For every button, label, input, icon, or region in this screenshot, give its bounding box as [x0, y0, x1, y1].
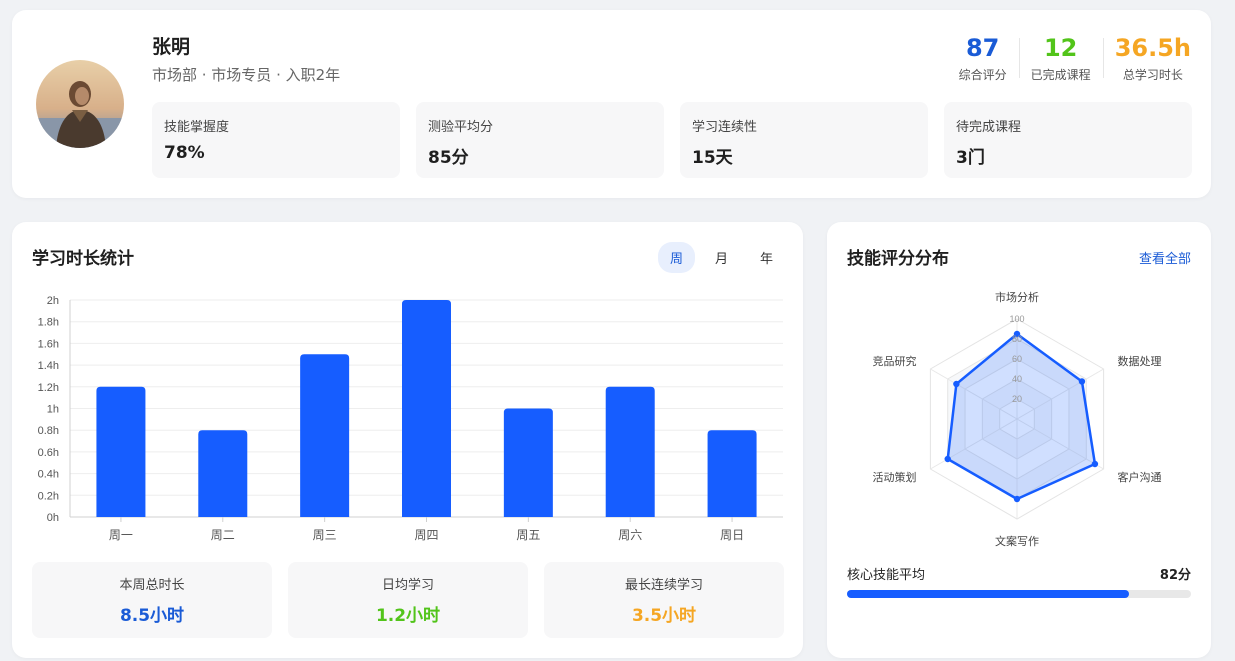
y-tick-label: 1.4h [38, 360, 59, 372]
y-tick-label: 0.8h [38, 425, 59, 437]
y-tick-label: 1h [47, 404, 59, 416]
summary-week-total: 本周总时长 8.5小时 [32, 562, 272, 638]
study-time-bar-chart: 0h 0.2h 0.4h 0.6h 0.8h 1h 1.2h 1.4h 1.6h 1.8h 2h 周一… [38, 295, 783, 542]
metric-learning-streak: 学习连续性 15天 [680, 102, 928, 178]
user-name: 张明 [152, 36, 191, 58]
skill-score-card: 技能评分分布 查看全部 20 40 60 80 100 市场分析数据处理客户沟通文案写作 活… [827, 222, 1211, 658]
metric-skill-mastery: 技能掌握度 78% [152, 102, 400, 178]
y-tick-label: 1.8h [38, 317, 59, 329]
user-subtitle: 市场部 · 市场专员 · 入职2年 [152, 66, 341, 84]
tab-month[interactable]: 月 [703, 242, 740, 273]
radar-point [953, 380, 960, 388]
metric-value: 15天 [692, 148, 733, 168]
stat-value: 36.5h [1114, 34, 1191, 62]
x-tick-label: 周六 [618, 528, 642, 542]
radar-axis-label: 活动策划 [873, 470, 917, 484]
x-tick-label: 周日 [720, 528, 744, 542]
radar-point [1091, 460, 1099, 468]
stat-overall-score: 87 综合评分 [947, 32, 1019, 83]
metric-value: 78% [164, 143, 205, 163]
metric-pending-courses: 待完成课程 3门 [944, 102, 1192, 178]
metric-label: 学习连续性 [692, 120, 758, 135]
radar-axis-label: 客户沟通 [1117, 470, 1161, 484]
bar [96, 386, 146, 517]
view-all-link[interactable]: 查看全部 [1139, 248, 1191, 267]
avatar[interactable] [36, 60, 124, 148]
study-time-card: 学习时长统计 周 月 年 0h 0.2h 0.4h 0.6h 0.8h 1h 1.2h 1.4… [12, 222, 803, 658]
summary-value: 3.5小时 [631, 606, 697, 626]
profile-card: 张明 市场部 · 市场专员 · 入职2年 87 综合评分 12 已完成课程 36… [12, 10, 1211, 198]
core-skill-progress [847, 590, 1191, 598]
radar-tick-label: 80 [1012, 334, 1022, 344]
study-card-title: 学习时长统计 [32, 249, 134, 269]
radar-tick-label: 20 [1012, 394, 1022, 404]
stat-label: 综合评分 [958, 68, 1007, 82]
bar [198, 430, 248, 517]
y-tick-label: 2h [47, 295, 59, 307]
x-tick-label: 周二 [211, 528, 235, 542]
y-tick-label: 0.6h [38, 447, 59, 459]
core-skill-progress-fill [847, 590, 1130, 598]
summary-daily-average: 日均学习 1.2小时 [288, 562, 528, 638]
x-tick-label: 周一 [109, 528, 133, 542]
x-tick-label: 周三 [313, 528, 337, 542]
summary-label: 日均学习 [381, 578, 434, 593]
y-tick-label: 1.6h [38, 338, 59, 350]
x-tick-label: 周五 [516, 528, 540, 542]
summary-longest-session: 最长连续学习 3.5小时 [544, 562, 784, 638]
period-switch: 周 月 年 [657, 242, 785, 273]
radar-axis-label: 竞品研究 [873, 354, 917, 368]
bar [605, 386, 655, 517]
metric-cards: 技能掌握度 78% 测验平均分 85分 学习连续性 15天 待完成课程 3门 [152, 102, 1192, 178]
metric-quiz-average: 测验平均分 85分 [416, 102, 664, 178]
stat-total-hours: 36.5h 总学习时长 [1102, 32, 1191, 83]
summary-value: 8.5小时 [119, 606, 185, 626]
skill-radar-chart: 20 40 60 80 100 市场分析数据处理客户沟通文案写作 活动策划 竞品研究 [873, 290, 1162, 548]
x-tick-label: 周四 [414, 528, 438, 542]
metric-value: 3门 [956, 148, 985, 168]
metric-label: 技能掌握度 [164, 120, 230, 135]
radar-tick-label: 60 [1012, 354, 1022, 364]
metric-label: 待完成课程 [956, 120, 1022, 135]
summary-value: 1.2小时 [375, 606, 441, 626]
metric-label: 测验平均分 [428, 120, 494, 135]
tab-year[interactable]: 年 [748, 242, 785, 273]
summary-label: 本周总时长 [119, 578, 185, 593]
metric-value: 85分 [428, 148, 469, 168]
bar [707, 430, 757, 517]
y-tick-label: 0.4h [38, 469, 59, 481]
core-skill-label: 核心技能平均 [847, 568, 926, 583]
radar-tick-label: 40 [1012, 374, 1022, 384]
summary-label: 最长连续学习 [624, 578, 703, 593]
radar-axis-label: 市场分析 [995, 290, 1039, 304]
radar-axis-label: 文案写作 [995, 534, 1039, 548]
radar-point [1013, 495, 1021, 503]
stat-completed-courses: 12 已完成课程 [1018, 32, 1103, 83]
stat-label: 总学习时长 [1122, 68, 1183, 82]
stat-value: 12 [1043, 34, 1078, 62]
radar-tick-label: 100 [1009, 314, 1024, 324]
y-tick-label: 1.2h [38, 382, 59, 394]
study-summary: 本周总时长 8.5小时 日均学习 1.2小时 最长连续学习 3.5小时 [32, 562, 784, 638]
bar [300, 354, 350, 517]
radar-point [944, 455, 951, 463]
skills-card-title: 技能评分分布 [847, 249, 949, 269]
radar-axis-label: 数据处理 [1117, 354, 1161, 368]
stat-value: 87 [965, 34, 1000, 62]
y-tick-label: 0.2h [38, 490, 59, 502]
stat-label: 已完成课程 [1030, 68, 1091, 82]
core-skill-value: 82分 [1159, 568, 1191, 583]
y-tick-label: 0h [47, 512, 59, 524]
radar-point [1078, 378, 1086, 385]
summary-stats: 87 综合评分 12 已完成课程 36.5h 总学习时长 [947, 32, 1191, 83]
bar [402, 300, 451, 517]
tab-week[interactable]: 周 [657, 242, 695, 273]
bar [503, 408, 553, 517]
